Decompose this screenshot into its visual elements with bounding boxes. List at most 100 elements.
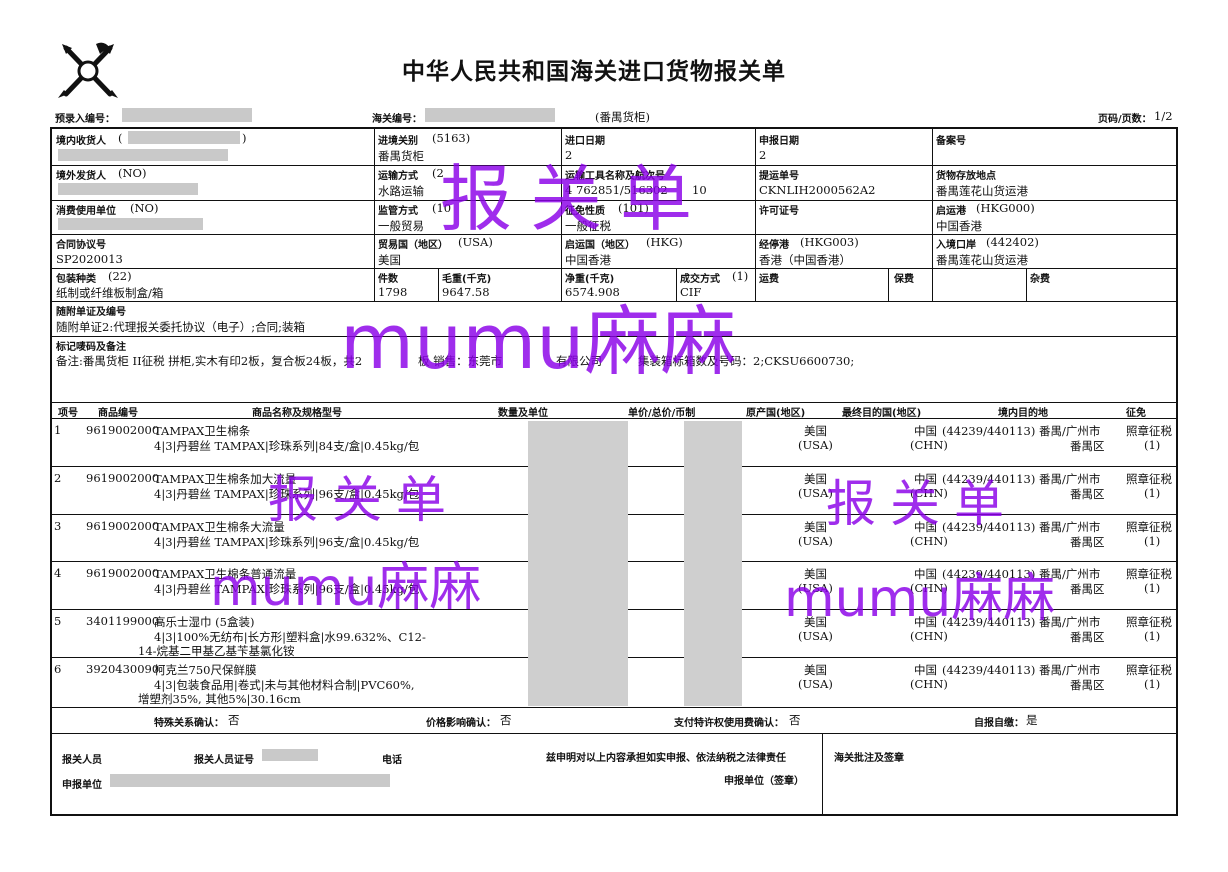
item-origin: 美国 [804, 663, 827, 677]
item-levy: 照章征税 [1126, 567, 1172, 581]
page-label: 页码/页数： [1098, 114, 1152, 125]
item-spec: 4|3|丹碧丝 TAMPAX|珍珠系列|84支/盒|0.45kg/包 [154, 439, 420, 453]
item-dest-code: (CHN) [910, 677, 948, 691]
item-levy: 照章征税 [1126, 615, 1172, 629]
price-redaction [684, 421, 742, 706]
declarant-cert-redaction [262, 749, 318, 761]
origin-country-value: 中国香港 [565, 253, 611, 267]
item-dest-region: (44239/440113) 番禺/广州市 [942, 424, 1101, 438]
declare-unit-redaction [110, 774, 390, 787]
item-code: 3920430090 [86, 662, 160, 676]
item-dest-region-2: 番禺区 [1070, 487, 1105, 501]
page-value: 1/2 [1154, 109, 1173, 123]
watermark-small-2: mumu麻麻 [210, 558, 482, 618]
declarant-cert-label: 报关人员证号 [194, 755, 254, 766]
item-levy-code: (1) [1144, 629, 1161, 643]
declare-unit-seal: 申报单位（签章） [724, 776, 804, 787]
supervision-label: 监管方式 [378, 206, 418, 217]
entry-place-code: (442402) [986, 235, 1039, 249]
phone-label: 电话 [382, 755, 402, 766]
self-report-value: 是 [1026, 713, 1038, 727]
contract-value: SP2020013 [56, 252, 123, 266]
item-dest-region-2: 番禺区 [1070, 439, 1105, 453]
item-name: 柯克兰750尺保鲜膜 [154, 663, 257, 677]
item-origin: 美国 [804, 472, 827, 486]
watermark-big-2: mumu麻麻 [340, 297, 737, 386]
item-no: 6 [54, 662, 62, 676]
trade-country-value: 美国 [378, 253, 401, 267]
item-origin-code: (USA) [798, 629, 833, 643]
declarant-label: 报关人员 [62, 755, 102, 766]
bill-no-value: CKNLIH2000562A2 [759, 183, 876, 197]
item-name: TAMPAX卫生棉条 [154, 424, 251, 438]
col-header-levy: 征免 [1126, 408, 1146, 419]
record-no-label: 备案号 [936, 136, 966, 147]
package-code: (22) [108, 269, 132, 283]
royalty-label: 支付特许权使用费确认： [674, 718, 784, 729]
consignee-paren-open: ( [118, 131, 123, 145]
license-label: 许可证号 [759, 206, 799, 217]
item-origin: 美国 [804, 520, 827, 534]
storage-value: 番禺莲花山货运港 [936, 184, 1028, 198]
consignee-label: 境内收货人 [56, 136, 106, 147]
marks-value-1: 备注:番禺货柜 II征税 拼柜,实木有印2板，复合板24板，共2 [56, 354, 363, 368]
insurance-label: 保费 [894, 274, 914, 285]
consignee-paren-close: ) [242, 131, 247, 145]
col-header-name: 商品名称及规格型号 [252, 408, 342, 419]
col-header-code: 商品编号 [98, 408, 138, 419]
entry-place-label: 入境口岸 [936, 240, 976, 251]
docs-value: 随附单证2:代理报关委托协议（电子）;合同;装箱 [56, 320, 305, 334]
item-dest-code: (CHN) [910, 629, 948, 643]
consumer-redaction [58, 218, 203, 230]
foreign-shipper-redaction [58, 183, 198, 195]
package-value: 纸制或纤维板制盒/箱 [56, 286, 164, 300]
item-no: 5 [54, 614, 62, 628]
item-spec-2: 增塑剂35%, 其他5%|30.16cm [138, 692, 301, 706]
item-dest-region: (44239/440113) 番禺/广州市 [942, 663, 1101, 677]
watermark-big-1: 报关单 [440, 157, 711, 241]
royalty-value: 否 [789, 713, 801, 727]
item-dest: 中国 [914, 663, 937, 677]
watermark-small-4: mumu麻麻 [784, 569, 1056, 629]
storage-label: 货物存放地点 [936, 171, 996, 182]
customs-emblem-icon [58, 42, 118, 98]
item-name: TAMPAX卫生棉条大流量 [154, 520, 285, 534]
departure-port-code: (HKG000) [976, 201, 1035, 215]
item-no: 2 [54, 471, 62, 485]
entry-place-value: 番禺莲花山货运港 [936, 253, 1028, 267]
item-dest-region-2: 番禺区 [1070, 678, 1105, 692]
col-header-qty: 数量及单位 [498, 408, 548, 419]
foreign-shipper-code: (NO) [118, 166, 147, 180]
transit-port-value: 香港（中国香港） [759, 253, 851, 267]
item-levy: 照章征税 [1126, 663, 1172, 677]
watermark-small-1: 报关单 [268, 471, 460, 529]
docs-label: 随附单证及编号 [56, 307, 126, 318]
item-levy-code: (1) [1144, 438, 1161, 452]
item-levy: 照章征税 [1126, 472, 1172, 486]
bill-no-label: 提运单号 [759, 171, 799, 182]
self-report-label: 自报自缴： [974, 718, 1024, 729]
consumer-label: 消费使用单位 [56, 206, 116, 217]
item-no: 1 [54, 423, 62, 437]
item-origin-code: (USA) [798, 438, 833, 452]
pre-entry-label: 预录入编号： [55, 114, 115, 125]
declare-unit-label: 申报单位 [62, 780, 102, 791]
item-levy-code: (1) [1144, 534, 1161, 548]
consignee-name-redaction [58, 149, 228, 161]
document-title: 中华人民共和国海关进口货物报关单 [402, 59, 786, 85]
item-origin-code: (USA) [798, 534, 833, 548]
item-levy-code: (1) [1144, 486, 1161, 500]
item-dest-region-2: 番禺区 [1070, 535, 1105, 549]
trade-country-label: 贸易国（地区） [378, 240, 448, 251]
customs-no-label: 海关编号： [372, 114, 422, 125]
col-header-domestic-dest: 境内目的地 [998, 408, 1048, 419]
entry-port-label: 进境关别 [378, 136, 418, 147]
transport-mode-label: 运输方式 [378, 171, 418, 182]
col-header-origin: 原产国(地区) [746, 408, 806, 419]
col-header-price: 单价/总价/币制 [628, 408, 696, 419]
freight-label: 运费 [759, 274, 779, 285]
item-levy-code: (1) [1144, 677, 1161, 691]
item-dest-region-2: 番禺区 [1070, 630, 1105, 644]
price-impact-label: 价格影响确认： [426, 718, 496, 729]
declare-date-value: 2 [759, 148, 767, 162]
